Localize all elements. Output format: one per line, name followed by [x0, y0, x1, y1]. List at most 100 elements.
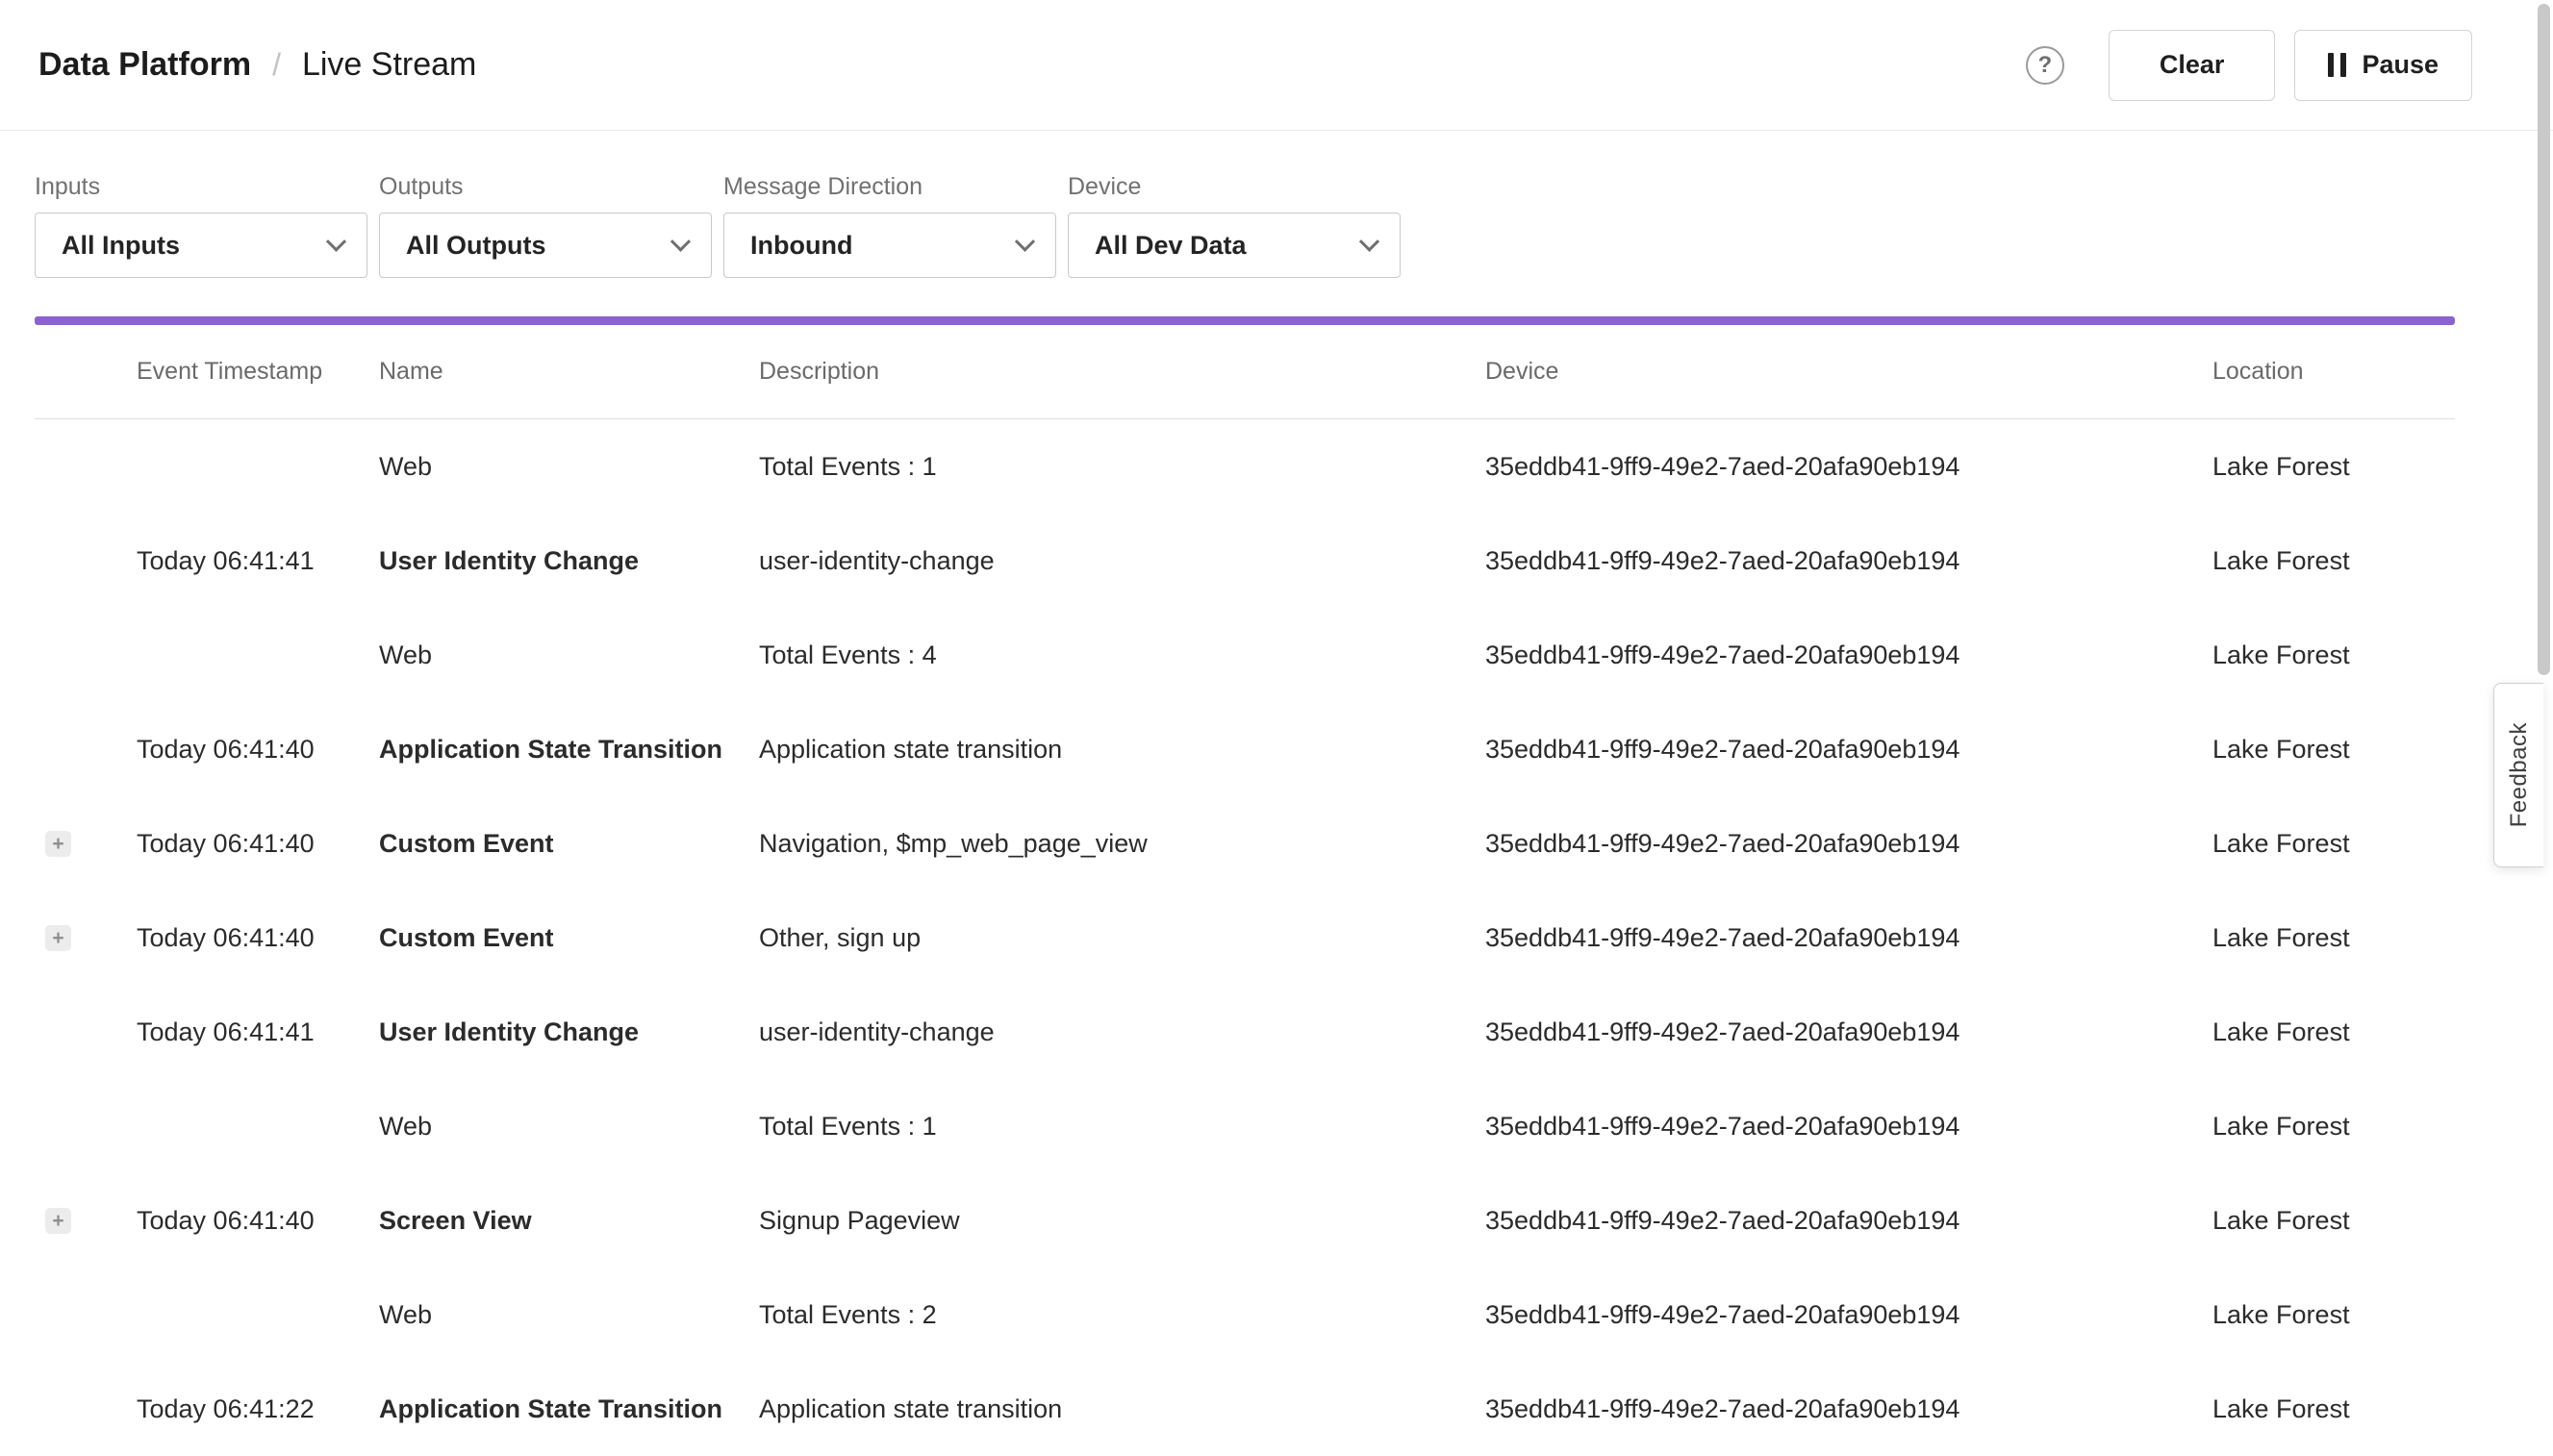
expand-plus-icon[interactable]: +: [45, 925, 71, 951]
expand-cell: +: [35, 1019, 137, 1045]
event-description: Total Events : 1: [759, 1112, 1485, 1142]
expand-cell: +: [35, 925, 137, 951]
table-row[interactable]: + Today 06:41:41 User Identity Change us…: [35, 514, 2455, 608]
table-row[interactable]: + Today 06:41:40 Custom Event Navigation…: [35, 796, 2455, 891]
event-device: 35eddb41-9ff9-49e2-7aed-20afa90eb194: [1485, 735, 2212, 765]
scrollbar-thumb[interactable]: [2538, 4, 2550, 675]
event-timestamp: Today 06:41:40: [137, 1206, 379, 1236]
event-name: Web: [379, 1112, 759, 1142]
chevron-down-icon: [326, 231, 346, 251]
expand-cell: +: [35, 737, 137, 763]
feedback-tab-label: Feedback: [2506, 722, 2533, 827]
table-row[interactable]: + Web Total Events : 4 35eddb41-9ff9-49e…: [35, 608, 2455, 702]
inputs-select-value: All Inputs: [62, 231, 180, 261]
event-name: Web: [379, 1300, 759, 1330]
clear-button[interactable]: Clear: [2109, 30, 2276, 101]
event-description: user-identity-change: [759, 546, 1485, 576]
event-name: Web: [379, 640, 759, 670]
filter-group-inputs: Inputs All Inputs: [35, 173, 367, 278]
event-timestamp: Today 06:41:41: [137, 1017, 379, 1047]
event-device: 35eddb41-9ff9-49e2-7aed-20afa90eb194: [1485, 1112, 2212, 1142]
table-row[interactable]: + Today 06:41:40 Screen View Signup Page…: [35, 1173, 2455, 1268]
column-header-location: Location: [2212, 358, 2455, 386]
filter-group-message-direction: Message Direction Inbound: [723, 173, 1056, 278]
filters-bar: Inputs All Inputs Outputs All Outputs Me…: [0, 131, 2553, 278]
breadcrumb-separator: /: [272, 47, 281, 83]
expand-cell: +: [35, 548, 137, 574]
event-device: 35eddb41-9ff9-49e2-7aed-20afa90eb194: [1485, 1394, 2212, 1424]
device-select[interactable]: All Dev Data: [1068, 213, 1401, 278]
event-timestamp: Today 06:41:41: [137, 546, 379, 576]
event-name: Custom Event: [379, 829, 759, 859]
expand-cell: +: [35, 1302, 137, 1328]
table-body: + Web Total Events : 1 35eddb41-9ff9-49e…: [35, 419, 2455, 1456]
expand-cell: +: [35, 1208, 137, 1234]
chevron-down-icon: [1015, 231, 1035, 251]
message-direction-select-value: Inbound: [750, 231, 852, 261]
event-device: 35eddb41-9ff9-49e2-7aed-20afa90eb194: [1485, 923, 2212, 953]
event-name: User Identity Change: [379, 546, 759, 576]
table-row[interactable]: + Today 06:41:22 Application State Trans…: [35, 1362, 2455, 1456]
expand-cell: +: [35, 1114, 137, 1140]
table-row[interactable]: + Today 06:41:40 Custom Event Other, sig…: [35, 891, 2455, 985]
filter-label-device: Device: [1068, 173, 1401, 201]
events-table: Event Timestamp Name Description Device …: [35, 325, 2455, 1456]
expand-cell: +: [35, 1396, 137, 1422]
event-description: Total Events : 4: [759, 640, 1485, 670]
breadcrumb-data-platform[interactable]: Data Platform: [38, 46, 251, 84]
event-timestamp: Today 06:41:40: [137, 735, 379, 765]
event-name: Custom Event: [379, 923, 759, 953]
table-row[interactable]: + Today 06:41:40 Application State Trans…: [35, 702, 2455, 796]
expand-cell: +: [35, 454, 137, 480]
event-location: Lake Forest: [2212, 829, 2455, 859]
device-select-value: All Dev Data: [1095, 231, 1247, 261]
event-device: 35eddb41-9ff9-49e2-7aed-20afa90eb194: [1485, 546, 2212, 576]
table-header-row: Event Timestamp Name Description Device …: [35, 325, 2455, 419]
header-actions: ? Clear Pause: [2026, 30, 2472, 101]
table-row[interactable]: + Web Total Events : 1 35eddb41-9ff9-49e…: [35, 1079, 2455, 1173]
event-device: 35eddb41-9ff9-49e2-7aed-20afa90eb194: [1485, 1017, 2212, 1047]
event-location: Lake Forest: [2212, 640, 2455, 670]
event-description: Signup Pageview: [759, 1206, 1485, 1236]
event-name: Application State Transition: [379, 1394, 759, 1424]
event-device: 35eddb41-9ff9-49e2-7aed-20afa90eb194: [1485, 1206, 2212, 1236]
event-location: Lake Forest: [2212, 1017, 2455, 1047]
pause-button[interactable]: Pause: [2294, 30, 2472, 101]
event-timestamp: Today 06:41:22: [137, 1394, 379, 1424]
chevron-down-icon: [670, 231, 691, 251]
event-name: Screen View: [379, 1206, 759, 1236]
event-location: Lake Forest: [2212, 735, 2455, 765]
pause-button-label: Pause: [2362, 50, 2439, 80]
inputs-select[interactable]: All Inputs: [35, 213, 367, 278]
event-description: Application state transition: [759, 1394, 1485, 1424]
event-timestamp: Today 06:41:40: [137, 923, 379, 953]
filter-label-inputs: Inputs: [35, 173, 367, 201]
event-description: Other, sign up: [759, 923, 1485, 953]
event-location: Lake Forest: [2212, 1300, 2455, 1330]
expand-plus-icon[interactable]: +: [45, 1208, 71, 1234]
page-header: Data Platform / Live Stream ? Clear Paus…: [0, 0, 2553, 131]
expand-cell: +: [35, 831, 137, 857]
event-name: Web: [379, 452, 759, 482]
column-header-event-timestamp: Event Timestamp: [137, 358, 379, 386]
event-description: Application state transition: [759, 735, 1485, 765]
table-row[interactable]: + Today 06:41:41 User Identity Change us…: [35, 985, 2455, 1079]
event-description: user-identity-change: [759, 1017, 1485, 1047]
column-header-device: Device: [1485, 358, 2212, 386]
filter-label-message-direction: Message Direction: [723, 173, 1056, 201]
outputs-select[interactable]: All Outputs: [379, 213, 712, 278]
filter-group-device: Device All Dev Data: [1068, 173, 1401, 278]
feedback-tab[interactable]: Feedback: [2493, 683, 2543, 867]
event-description: Total Events : 1: [759, 452, 1485, 482]
table-row[interactable]: + Web Total Events : 2 35eddb41-9ff9-49e…: [35, 1268, 2455, 1362]
event-device: 35eddb41-9ff9-49e2-7aed-20afa90eb194: [1485, 452, 2212, 482]
event-description: Navigation, $mp_web_page_view: [759, 829, 1485, 859]
help-icon[interactable]: ?: [2026, 46, 2064, 85]
expand-plus-icon[interactable]: +: [45, 831, 71, 857]
page-title: Live Stream: [302, 46, 476, 84]
filter-group-outputs: Outputs All Outputs: [379, 173, 712, 278]
breadcrumb: Data Platform / Live Stream: [38, 46, 476, 84]
table-row[interactable]: + Web Total Events : 1 35eddb41-9ff9-49e…: [35, 419, 2455, 514]
accent-bar: [35, 316, 2455, 325]
message-direction-select[interactable]: Inbound: [723, 213, 1056, 278]
